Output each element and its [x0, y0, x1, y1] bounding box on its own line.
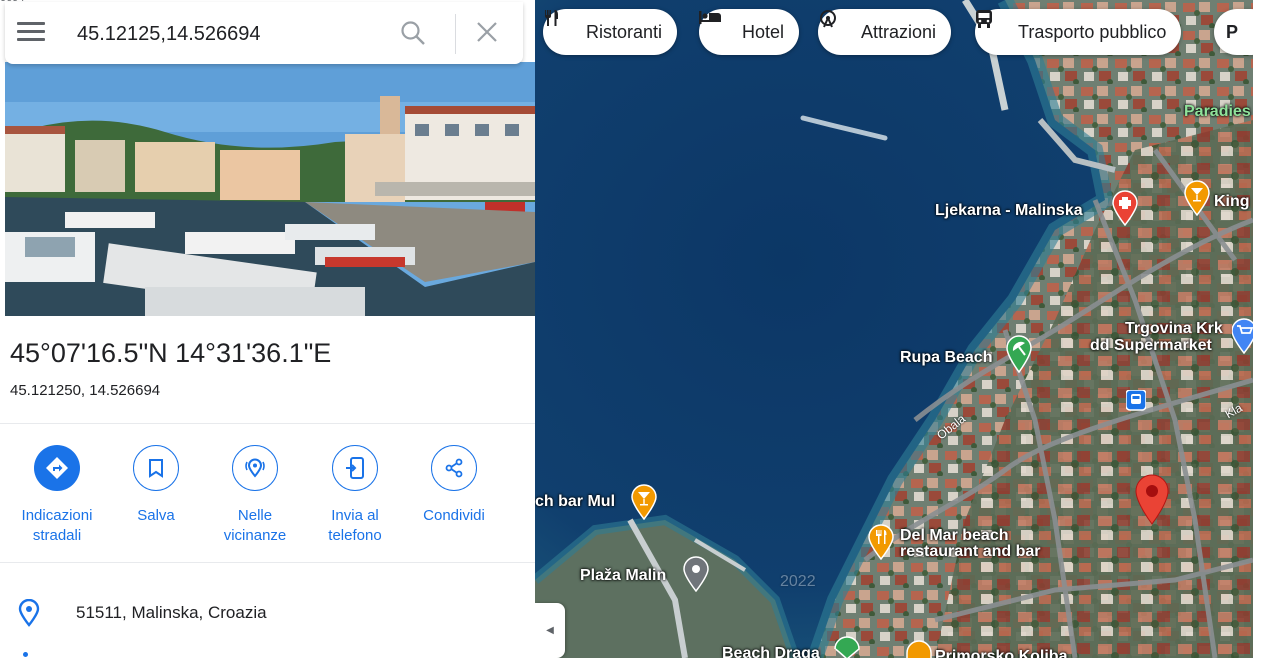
map-label-delmar-line2[interactable]: restaurant and bar [900, 543, 1040, 560]
place-panel: 0694 [0, 0, 535, 658]
chip-hotel[interactable]: Hotel [699, 9, 800, 55]
map-label-trgovina-line2[interactable]: dd Supermarket [1090, 337, 1212, 354]
page-edge [1253, 0, 1261, 658]
chip-restaurants[interactable]: Ristoranti [543, 9, 678, 55]
divider [0, 423, 535, 424]
phone-send-icon [332, 445, 378, 491]
share-button[interactable]: Condividi [404, 445, 504, 526]
transit-icon [976, 10, 1010, 43]
share-label: Condividi [423, 507, 485, 524]
plus-code-icon [23, 652, 28, 657]
directions-button[interactable]: Indicazioni stradali [7, 445, 107, 546]
map-label-beach-draga[interactable]: Beach Draga [722, 645, 820, 658]
map-label-beach-bar[interactable]: ch bar Mul [535, 493, 615, 510]
place-marker-icon[interactable] [682, 556, 710, 592]
chip-label: P [1226, 21, 1239, 42]
place-decimal-coords: 45.121250, 14.526694 [10, 382, 161, 399]
address-text: 51511, Malinska, Croazia [76, 603, 267, 622]
bus-stop-icon[interactable] [1126, 390, 1146, 414]
place-photo[interactable] [5, 62, 535, 316]
map-label-king[interactable]: King [1214, 193, 1250, 210]
search-divider [455, 14, 456, 54]
directions-label-line1: Indicazioni [21, 507, 93, 524]
chip-attractions[interactable]: Attrazioni [818, 9, 952, 55]
close-icon[interactable] [475, 20, 499, 49]
beach-marker-icon[interactable] [833, 636, 861, 658]
map-label-paradies[interactable]: Paradies [1184, 103, 1251, 120]
map-label-primorsko[interactable]: Primorsko Koliba [935, 648, 1067, 658]
collapse-panel-button[interactable]: ◀ [535, 603, 565, 658]
bookmark-icon [133, 445, 179, 491]
divider [0, 562, 535, 563]
send-label-line2: telefono [328, 527, 382, 544]
attractions-icon [820, 10, 853, 43]
location-pin-icon [17, 598, 41, 632]
chip-label: Trasporto pubblico [1018, 21, 1167, 42]
send-label-line1: Invia al [331, 507, 379, 524]
place-title: 45°07'16.5"N 14°31'36.1"E [10, 338, 332, 368]
search-input[interactable] [75, 16, 379, 52]
restaurant-marker-icon[interactable] [867, 524, 895, 560]
save-label: Salva [137, 507, 175, 524]
search-icon[interactable] [400, 20, 426, 51]
map-label-rupa-beach[interactable]: Rupa Beach [900, 349, 992, 366]
share-icon [431, 445, 477, 491]
imagery-watermark: 2022 [780, 573, 816, 590]
save-button[interactable]: Salva [106, 445, 206, 526]
chip-parking[interactable]: P [1214, 9, 1253, 55]
map-label-ljekarna[interactable]: Ljekarna - Malinska [935, 202, 1083, 219]
supermarket-marker-icon[interactable] [1232, 318, 1253, 354]
chip-label: Ristoranti [586, 21, 663, 42]
dropped-pin-icon[interactable] [1134, 473, 1170, 525]
map-label-trgovina-line1[interactable]: Trgovina Krk [1125, 320, 1223, 337]
nearby-button[interactable]: Nelle vicinanze [205, 445, 305, 546]
address-row[interactable]: 51511, Malinska, Croazia [0, 590, 535, 634]
bar-marker-icon[interactable] [630, 484, 658, 520]
directions-icon [34, 445, 80, 491]
pharmacy-marker-icon[interactable] [1111, 190, 1139, 226]
chip-transit[interactable]: Trasporto pubblico [975, 9, 1182, 55]
search-bar [5, 2, 523, 64]
menu-icon[interactable] [17, 22, 45, 44]
directions-label-line2: stradali [32, 527, 82, 544]
map-label-plaza-malin[interactable]: Plaža Malin [580, 567, 666, 584]
bar-marker-icon[interactable] [1183, 180, 1211, 216]
restaurant-icon [545, 10, 578, 43]
beach-marker-icon[interactable] [1005, 335, 1033, 373]
nearby-label-line1: Nelle [237, 507, 273, 524]
nearby-label-line2: vicinanze [223, 527, 287, 544]
map-view[interactable]: Ristoranti Hotel Attrazioni Trasporto pu… [535, 0, 1253, 658]
chip-label: Hotel [742, 21, 785, 42]
nearby-icon [232, 445, 278, 491]
chip-label: Attrazioni [861, 21, 937, 42]
harbor-photo [5, 62, 535, 316]
triangle-left-icon: ◀ [546, 625, 554, 636]
hotel-icon [699, 11, 734, 43]
send-to-phone-button[interactable]: Invia al telefono [305, 445, 405, 546]
map-label-delmar-line1[interactable]: Del Mar beach [900, 527, 1008, 544]
restaurant-marker-icon[interactable] [905, 640, 933, 658]
